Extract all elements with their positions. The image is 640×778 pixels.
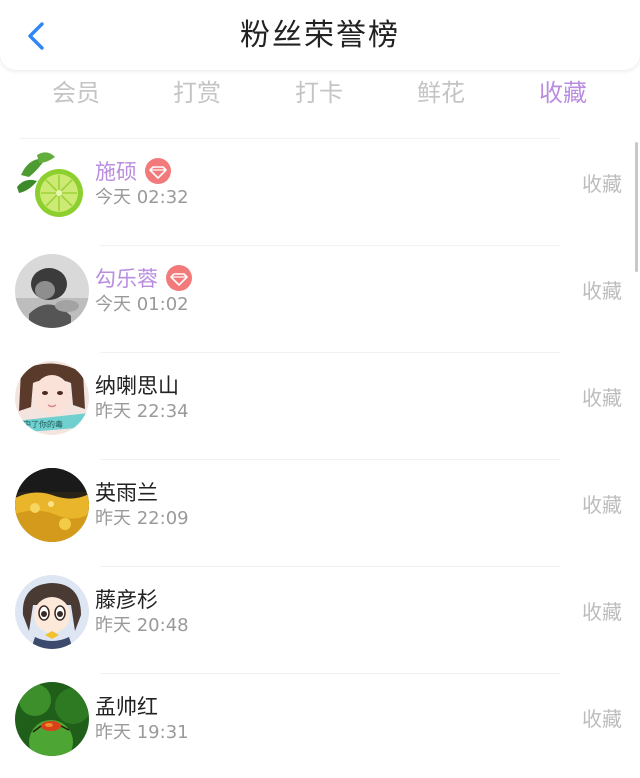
golden-scene-avatar-icon: [15, 468, 89, 542]
vip-badge: [166, 265, 192, 291]
top-nav-bar: 粉丝荣誉榜: [0, 0, 640, 70]
tab-reward[interactable]: 打赏: [137, 70, 257, 120]
fan-name: 英雨兰: [95, 481, 158, 505]
avatar: [15, 575, 89, 649]
favorite-action-label: 收藏: [582, 493, 622, 517]
fan-time: 今天 01:02: [95, 294, 189, 315]
scrollbar[interactable]: [635, 142, 638, 272]
category-tabs: 会员 打赏 打卡 鲜花 收藏: [0, 70, 640, 120]
fan-name: 施硕: [95, 157, 171, 187]
fan-name: 藤彦杉: [95, 588, 158, 612]
girl-photo-avatar-icon: 中了你的毒: [15, 361, 89, 435]
favorite-action-label: 收藏: [582, 279, 622, 303]
avatar: [15, 254, 89, 328]
list-item[interactable]: 英雨兰 昨天 22:09 收藏: [0, 460, 640, 567]
list-item[interactable]: 勾乐蓉 今天 01:02 收藏: [0, 246, 640, 353]
list-item[interactable]: 中了你的毒 纳喇思山 昨天 22:34 收藏: [0, 353, 640, 460]
avatar: [15, 682, 89, 756]
tab-member[interactable]: 会员: [16, 70, 136, 120]
tab-flowers[interactable]: 鲜花: [381, 70, 501, 120]
fan-time: 昨天 20:48: [95, 615, 189, 636]
fan-name: 孟帅红: [95, 695, 158, 719]
fan-list: 施硕 今天 02:32 收藏 勾乐蓉 今天 01:02 收藏 中了你的毒 纳喇思…: [0, 139, 640, 778]
favorite-action-label: 收藏: [582, 386, 622, 410]
green-nature-avatar-icon: [15, 682, 89, 756]
favorite-action-label: 收藏: [582, 600, 622, 624]
tab-checkin[interactable]: 打卡: [259, 70, 379, 120]
fan-time: 今天 02:32: [95, 187, 189, 208]
dark-photo-avatar-icon: [15, 254, 89, 328]
avatar: [15, 147, 89, 221]
fan-time: 昨天 22:34: [95, 401, 189, 422]
fan-time: 昨天 19:31: [95, 722, 189, 743]
list-item[interactable]: 藤彦杉 昨天 20:48 收藏: [0, 567, 640, 674]
fan-name: 纳喇思山: [95, 374, 179, 398]
diamond-icon: [149, 166, 167, 179]
tab-favorites[interactable]: 收藏: [503, 70, 623, 120]
lime-avatar-icon: [15, 147, 89, 221]
avatar: 中了你的毒: [15, 361, 89, 435]
list-item[interactable]: 孟帅红 昨天 19:31 收藏: [0, 674, 640, 778]
list-item[interactable]: 施硕 今天 02:32 收藏: [0, 139, 640, 246]
favorite-action-label: 收藏: [582, 172, 622, 196]
vip-badge: [145, 158, 171, 184]
favorite-action-label: 收藏: [582, 707, 622, 731]
fan-time: 昨天 22:09: [95, 508, 189, 529]
fan-name: 勾乐蓉: [95, 264, 192, 294]
diamond-icon: [170, 273, 188, 286]
anime-character-avatar-icon: [15, 575, 89, 649]
fan-honor-page: 粉丝荣誉榜 会员 打赏 打卡 鲜花 收藏 施硕 今天 02:32 收藏 勾乐蓉 …: [0, 0, 640, 778]
avatar: [15, 468, 89, 542]
svg-text:中了你的毒: 中了你的毒: [23, 419, 63, 429]
page-title: 粉丝荣誉榜: [240, 18, 400, 53]
